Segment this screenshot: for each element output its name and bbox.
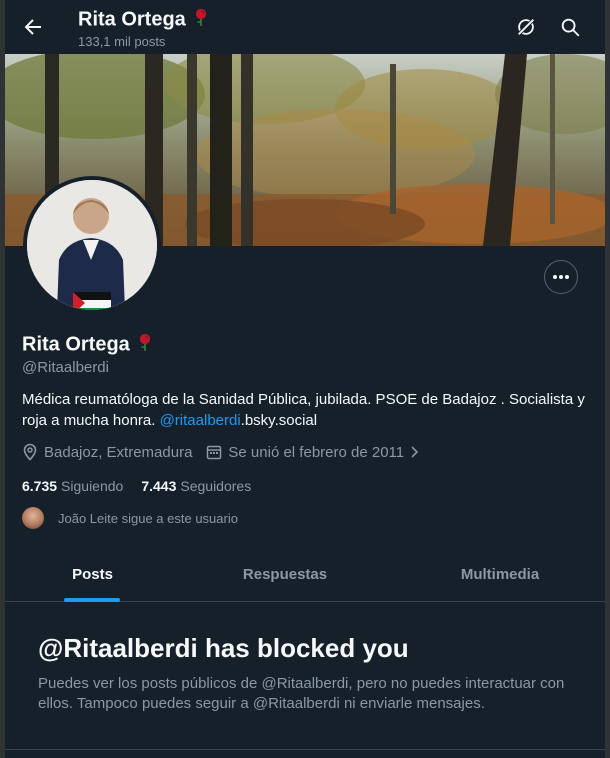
grok-icon [516, 17, 536, 37]
tab-posts[interactable]: Posts [5, 548, 180, 601]
profile-meta: Badajoz, Extremadura Se unió el febrero … [22, 443, 434, 461]
profile-tabs: Posts Respuestas Multimedia [5, 548, 605, 602]
tab-respuestas-label: Respuestas [242, 566, 328, 583]
following-count: 6.735 [22, 478, 58, 494]
tab-multimedia-label: Multimedia [460, 566, 540, 583]
following-link[interactable]: 6.735 Siguiendo [22, 478, 123, 494]
bio-link-suffix: .bsky.social [240, 412, 318, 429]
calendar-icon [207, 445, 222, 460]
search-button[interactable] [559, 16, 581, 38]
rose-icon [193, 7, 209, 33]
blocked-title: @Ritaalberdi has blocked you [38, 633, 409, 663]
joined-text: Se unió el febrero de 2011 [228, 443, 405, 461]
followers-count: 7.443 [141, 478, 177, 494]
search-icon [561, 18, 580, 37]
tab-posts-label: Posts [72, 566, 113, 583]
post-count: 133,1 mil posts [78, 34, 166, 49]
location: Badajoz, Extremadura [22, 443, 192, 461]
blocked-description: Puedes ver los posts públicos de @Ritaal… [38, 675, 565, 712]
avatar-photo [27, 180, 157, 310]
profile-avatar[interactable] [23, 176, 161, 314]
tab-multimedia[interactable]: Multimedia [415, 548, 585, 601]
followers-link[interactable]: 7.443 Seguidores [141, 478, 251, 494]
chevron-right-icon [411, 446, 419, 458]
location-text: Badajoz, Extremadura [44, 443, 193, 461]
more-dots-icon [553, 275, 569, 279]
joined-date[interactable]: Se unió el febrero de 2011 [206, 444, 420, 461]
top-bar: Rita Ortega 133,1 mil posts [5, 0, 605, 54]
back-button[interactable] [21, 15, 45, 39]
divider [5, 749, 605, 750]
followers-label: Seguidores [180, 478, 252, 494]
active-tab-indicator [64, 598, 120, 602]
location-pin-icon [23, 443, 37, 461]
profile-bio: Médica reumatóloga de la Sanidad Pública… [22, 389, 592, 431]
tab-respuestas[interactable]: Respuestas [200, 548, 370, 601]
bio-link[interactable]: @ritaalberdi [160, 412, 241, 429]
page-title: Rita Ortega [78, 7, 209, 33]
followed-by-text: João Leite sigue a este usuario [58, 510, 238, 526]
profile-name: Rita Ortega [22, 332, 153, 358]
followed-by[interactable]: João Leite sigue a este usuario [22, 507, 238, 529]
more-options-button[interactable] [544, 260, 578, 294]
grok-button[interactable] [515, 16, 537, 38]
follower-avatar [22, 507, 44, 529]
profile-handle: @Ritaalberdi [22, 359, 109, 376]
following-label: Siguiendo [61, 478, 124, 494]
rose-icon [137, 332, 153, 358]
follow-stats: 6.735 Siguiendo 7.443 Seguidores [22, 478, 251, 494]
arrow-left-icon [24, 19, 41, 35]
